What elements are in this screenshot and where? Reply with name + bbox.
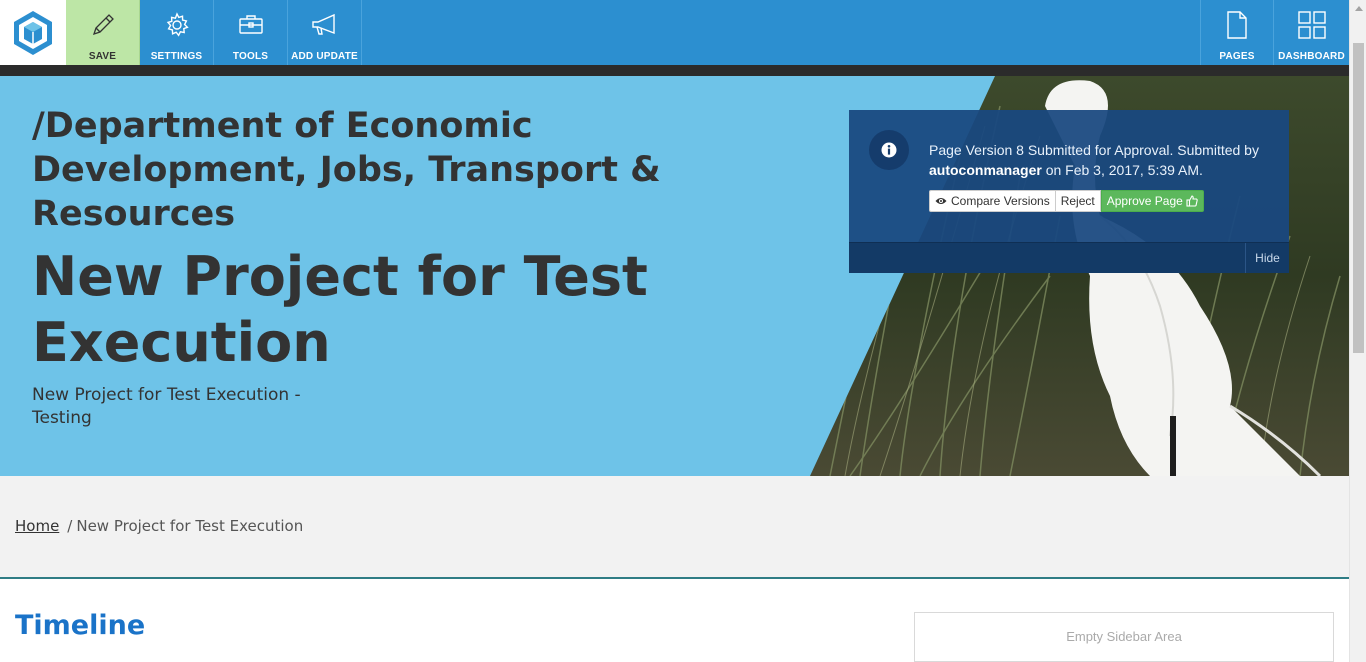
vertical-scrollbar[interactable]: [1349, 0, 1366, 662]
notice-footer: Hide: [849, 242, 1289, 273]
settings-button-label: SETTINGS: [150, 51, 203, 62]
app-logo-icon: [14, 10, 52, 55]
scroll-up-arrow-icon[interactable]: [1350, 0, 1366, 17]
pencil-icon: [92, 14, 114, 36]
reject-label: Reject: [1060, 194, 1095, 208]
scrollbar-thumb[interactable]: [1353, 43, 1364, 353]
breadcrumb-home-link[interactable]: Home: [15, 517, 59, 535]
approval-notice: Page Version 8 Submitted for Approval. S…: [849, 110, 1289, 273]
approval-message: Page Version 8 Submitted for Approval. S…: [929, 140, 1269, 180]
approval-message-prefix: Page Version 8 Submitted for Approval. S…: [929, 142, 1259, 158]
thumbs-up-icon: [1186, 195, 1198, 207]
page-icon: [1227, 11, 1247, 39]
compare-versions-button[interactable]: Compare Versions: [929, 190, 1056, 212]
add-update-button[interactable]: ADD UPDATE: [288, 0, 362, 65]
dashboard-button[interactable]: DASHBOARD: [1274, 0, 1349, 65]
top-toolbar: SAVE SETTINGS TOOLS ADD UPDATE PAGES DAS…: [0, 0, 1349, 65]
page-title: New Project for Test Execution: [32, 245, 648, 374]
submitter-name: autoconmanager: [929, 162, 1042, 178]
tools-button-label: TOOLS: [232, 51, 269, 62]
app-logo[interactable]: [0, 0, 66, 65]
toolbox-icon: [238, 15, 263, 34]
approve-page-label: Approve Page: [1106, 194, 1183, 208]
pages-button[interactable]: PAGES: [1200, 0, 1274, 65]
parent-page-title: /Department of Economic Development, Job…: [32, 106, 661, 234]
hide-notice-button[interactable]: Hide: [1245, 243, 1289, 273]
settings-button[interactable]: SETTINGS: [140, 0, 214, 65]
breadcrumb: Home / New Project for Test Execution: [15, 517, 303, 535]
gear-icon: [166, 12, 189, 37]
reject-button[interactable]: Reject: [1055, 190, 1101, 212]
sidebar-placeholder-label: Empty Sidebar Area: [1066, 629, 1182, 644]
approval-message-suffix: on Feb 3, 2017, 5:39 AM.: [1041, 162, 1203, 178]
info-icon: [869, 130, 909, 170]
add-update-button-label: ADD UPDATE: [291, 51, 358, 62]
breadcrumb-separator: /: [67, 517, 73, 535]
breadcrumb-area: Home / New Project for Test Execution: [0, 476, 1349, 579]
approve-page-button[interactable]: Approve Page: [1100, 190, 1204, 212]
save-button-label: SAVE: [88, 51, 117, 62]
breadcrumb-current: New Project for Test Execution: [76, 517, 304, 535]
eye-icon: [935, 198, 947, 204]
megaphone-icon: [311, 13, 335, 35]
grid-icon: [1297, 11, 1326, 39]
sidebar-area: Empty Sidebar Area: [914, 612, 1334, 662]
pages-button-label: PAGES: [1219, 51, 1255, 62]
page-description: New Project for Test Execution - Testing: [32, 385, 301, 428]
header-divider-bar: [0, 65, 1349, 76]
dashboard-button-label: DASHBOARD: [1278, 51, 1345, 62]
approval-actions: Compare Versions Reject Approve Page: [929, 190, 1204, 212]
tools-button[interactable]: TOOLS: [214, 0, 288, 65]
compare-versions-label: Compare Versions: [951, 194, 1050, 208]
timeline-heading: Timeline: [15, 610, 146, 641]
save-button[interactable]: SAVE: [66, 0, 140, 65]
